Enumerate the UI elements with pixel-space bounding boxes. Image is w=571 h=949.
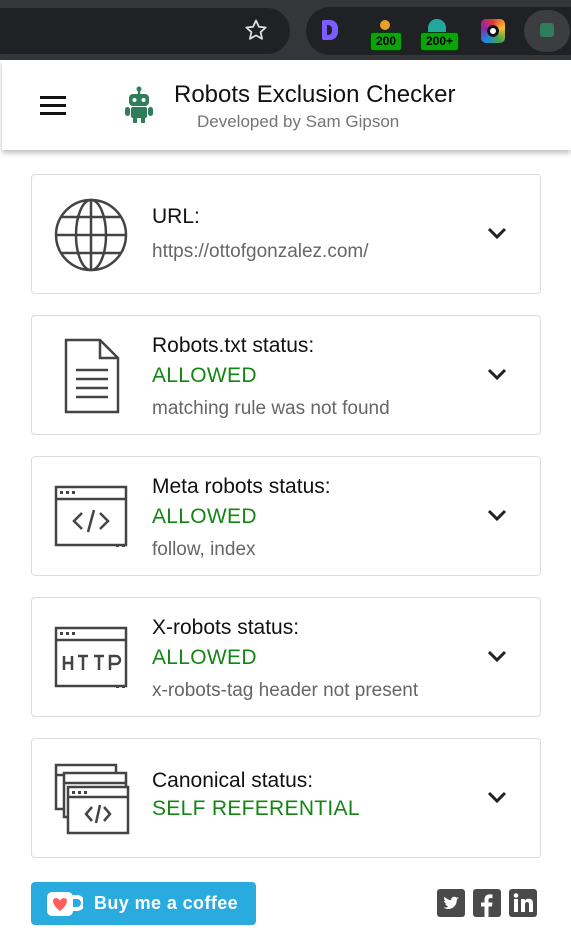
robots-txt-status: ALLOWED [152,364,257,387]
x-robots-card[interactable]: X-robots status: ALLOWED x-robots-tag he… [31,597,541,717]
buy-me-a-coffee-button[interactable]: Buy me a coffee [31,882,256,925]
robot-logo-icon [125,86,153,123]
globe-icon [54,198,128,272]
meta-robots-card[interactable]: Meta robots status: ALLOWED follow, inde… [31,456,541,576]
url-value: https://ottofgonzalez.com/ [152,241,369,262]
url-card[interactable]: URL: https://ottofgonzalez.com/ [31,174,541,294]
chevron-down-icon[interactable] [486,789,508,805]
extension-badge: 200+ [420,32,459,51]
extension-popup: Robots Exclusion Checker Developed by Sa… [2,60,571,949]
menu-icon[interactable] [40,96,66,116]
linkedin-icon[interactable] [509,889,537,917]
robots-txt-label: Robots.txt status: [152,334,315,357]
canonical-card[interactable]: Canonical status: SELF REFERENTIAL [31,738,541,858]
x-robots-label: X-robots status: [152,616,300,639]
http-window-icon [54,626,128,688]
robots-txt-card[interactable]: Robots.txt status: ALLOWED matching rule… [31,315,541,435]
meta-robots-label: Meta robots status: [152,475,331,498]
app-subtitle: Developed by Sam Gipson [197,112,400,131]
chevron-down-icon[interactable] [486,366,508,382]
url-label: URL: [152,205,200,228]
document-icon [64,338,120,414]
chevron-down-icon[interactable] [486,225,508,241]
extension-d-icon[interactable] [322,20,338,40]
popup-header: Robots Exclusion Checker Developed by Sa… [2,60,571,150]
chevron-down-icon[interactable] [486,507,508,523]
code-window-icon [54,485,128,547]
extension-status-icon[interactable] [380,20,390,30]
canonical-label: Canonical status: [152,769,314,792]
app-title: Robots Exclusion Checker [174,81,456,108]
robot-icon [540,23,554,37]
meta-robots-detail: follow, index [152,539,256,560]
x-robots-detail: x-robots-tag header not present [152,680,419,701]
meta-robots-status: ALLOWED [152,505,257,528]
chevron-down-icon[interactable] [486,648,508,664]
star-icon[interactable] [244,18,268,42]
extension-badge: 200 [370,32,402,51]
extension-status-plus-icon[interactable] [428,19,446,33]
x-robots-status: ALLOWED [152,646,257,669]
robots-txt-detail: matching rule was not found [152,398,390,419]
canonical-status: SELF REFERENTIAL [152,797,360,820]
coffee-label: Buy me a coffee [94,893,239,913]
robots-extension-icon[interactable] [524,10,570,52]
coffee-cup-icon [47,892,83,916]
facebook-icon[interactable] [473,889,501,917]
twitter-icon[interactable] [437,889,465,917]
browser-toolbar: 200 200+ [0,0,571,60]
stacked-windows-icon [54,763,130,835]
extension-color-icon[interactable] [481,19,505,43]
